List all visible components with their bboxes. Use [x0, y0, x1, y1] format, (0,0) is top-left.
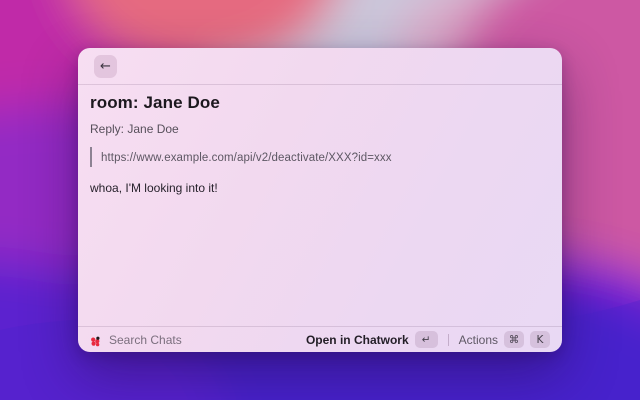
return-key-icon: ↵: [414, 331, 438, 348]
message-text: whoa, I'M looking into it!: [90, 181, 218, 195]
reply-label: Reply: Jane Doe: [90, 122, 179, 136]
quoted-url-text: https://www.example.com/api/v2/deactivat…: [101, 152, 392, 164]
back-button[interactable]: ←: [94, 54, 117, 78]
open-in-chatwork-label: Open in Chatwork: [305, 332, 409, 347]
footer-command-info: Search Chats: [90, 333, 182, 347]
room-title: room: Jane Doe: [90, 93, 220, 112]
chat-detail-panel: room: Jane Doe Reply: Jane Doe https://w…: [78, 85, 562, 326]
command-name-label: Search Chats: [109, 332, 182, 347]
chatwork-extension-icon: [90, 334, 101, 347]
command-key-icon: ⌘: [504, 331, 524, 348]
window-footer: Search Chats Open in Chatwork ↵ Actions …: [78, 326, 562, 352]
launcher-window: ← room: Jane Doe Reply: Jane Doe https:/…: [78, 48, 562, 352]
window-header: ←: [78, 48, 562, 85]
screen: ← room: Jane Doe Reply: Jane Doe https:/…: [0, 0, 640, 400]
actions-menu-button[interactable]: Actions ⌘ K: [459, 331, 550, 348]
actions-label: Actions: [458, 332, 498, 347]
footer-actions: Open in Chatwork ↵ Actions ⌘ K: [306, 331, 550, 348]
open-in-chatwork-button[interactable]: Open in Chatwork ↵: [306, 331, 438, 348]
quoted-message: https://www.example.com/api/v2/deactivat…: [90, 147, 550, 167]
k-key-icon: K: [530, 331, 550, 348]
footer-divider: [447, 333, 449, 346]
back-arrow-icon: ←: [100, 58, 111, 74]
